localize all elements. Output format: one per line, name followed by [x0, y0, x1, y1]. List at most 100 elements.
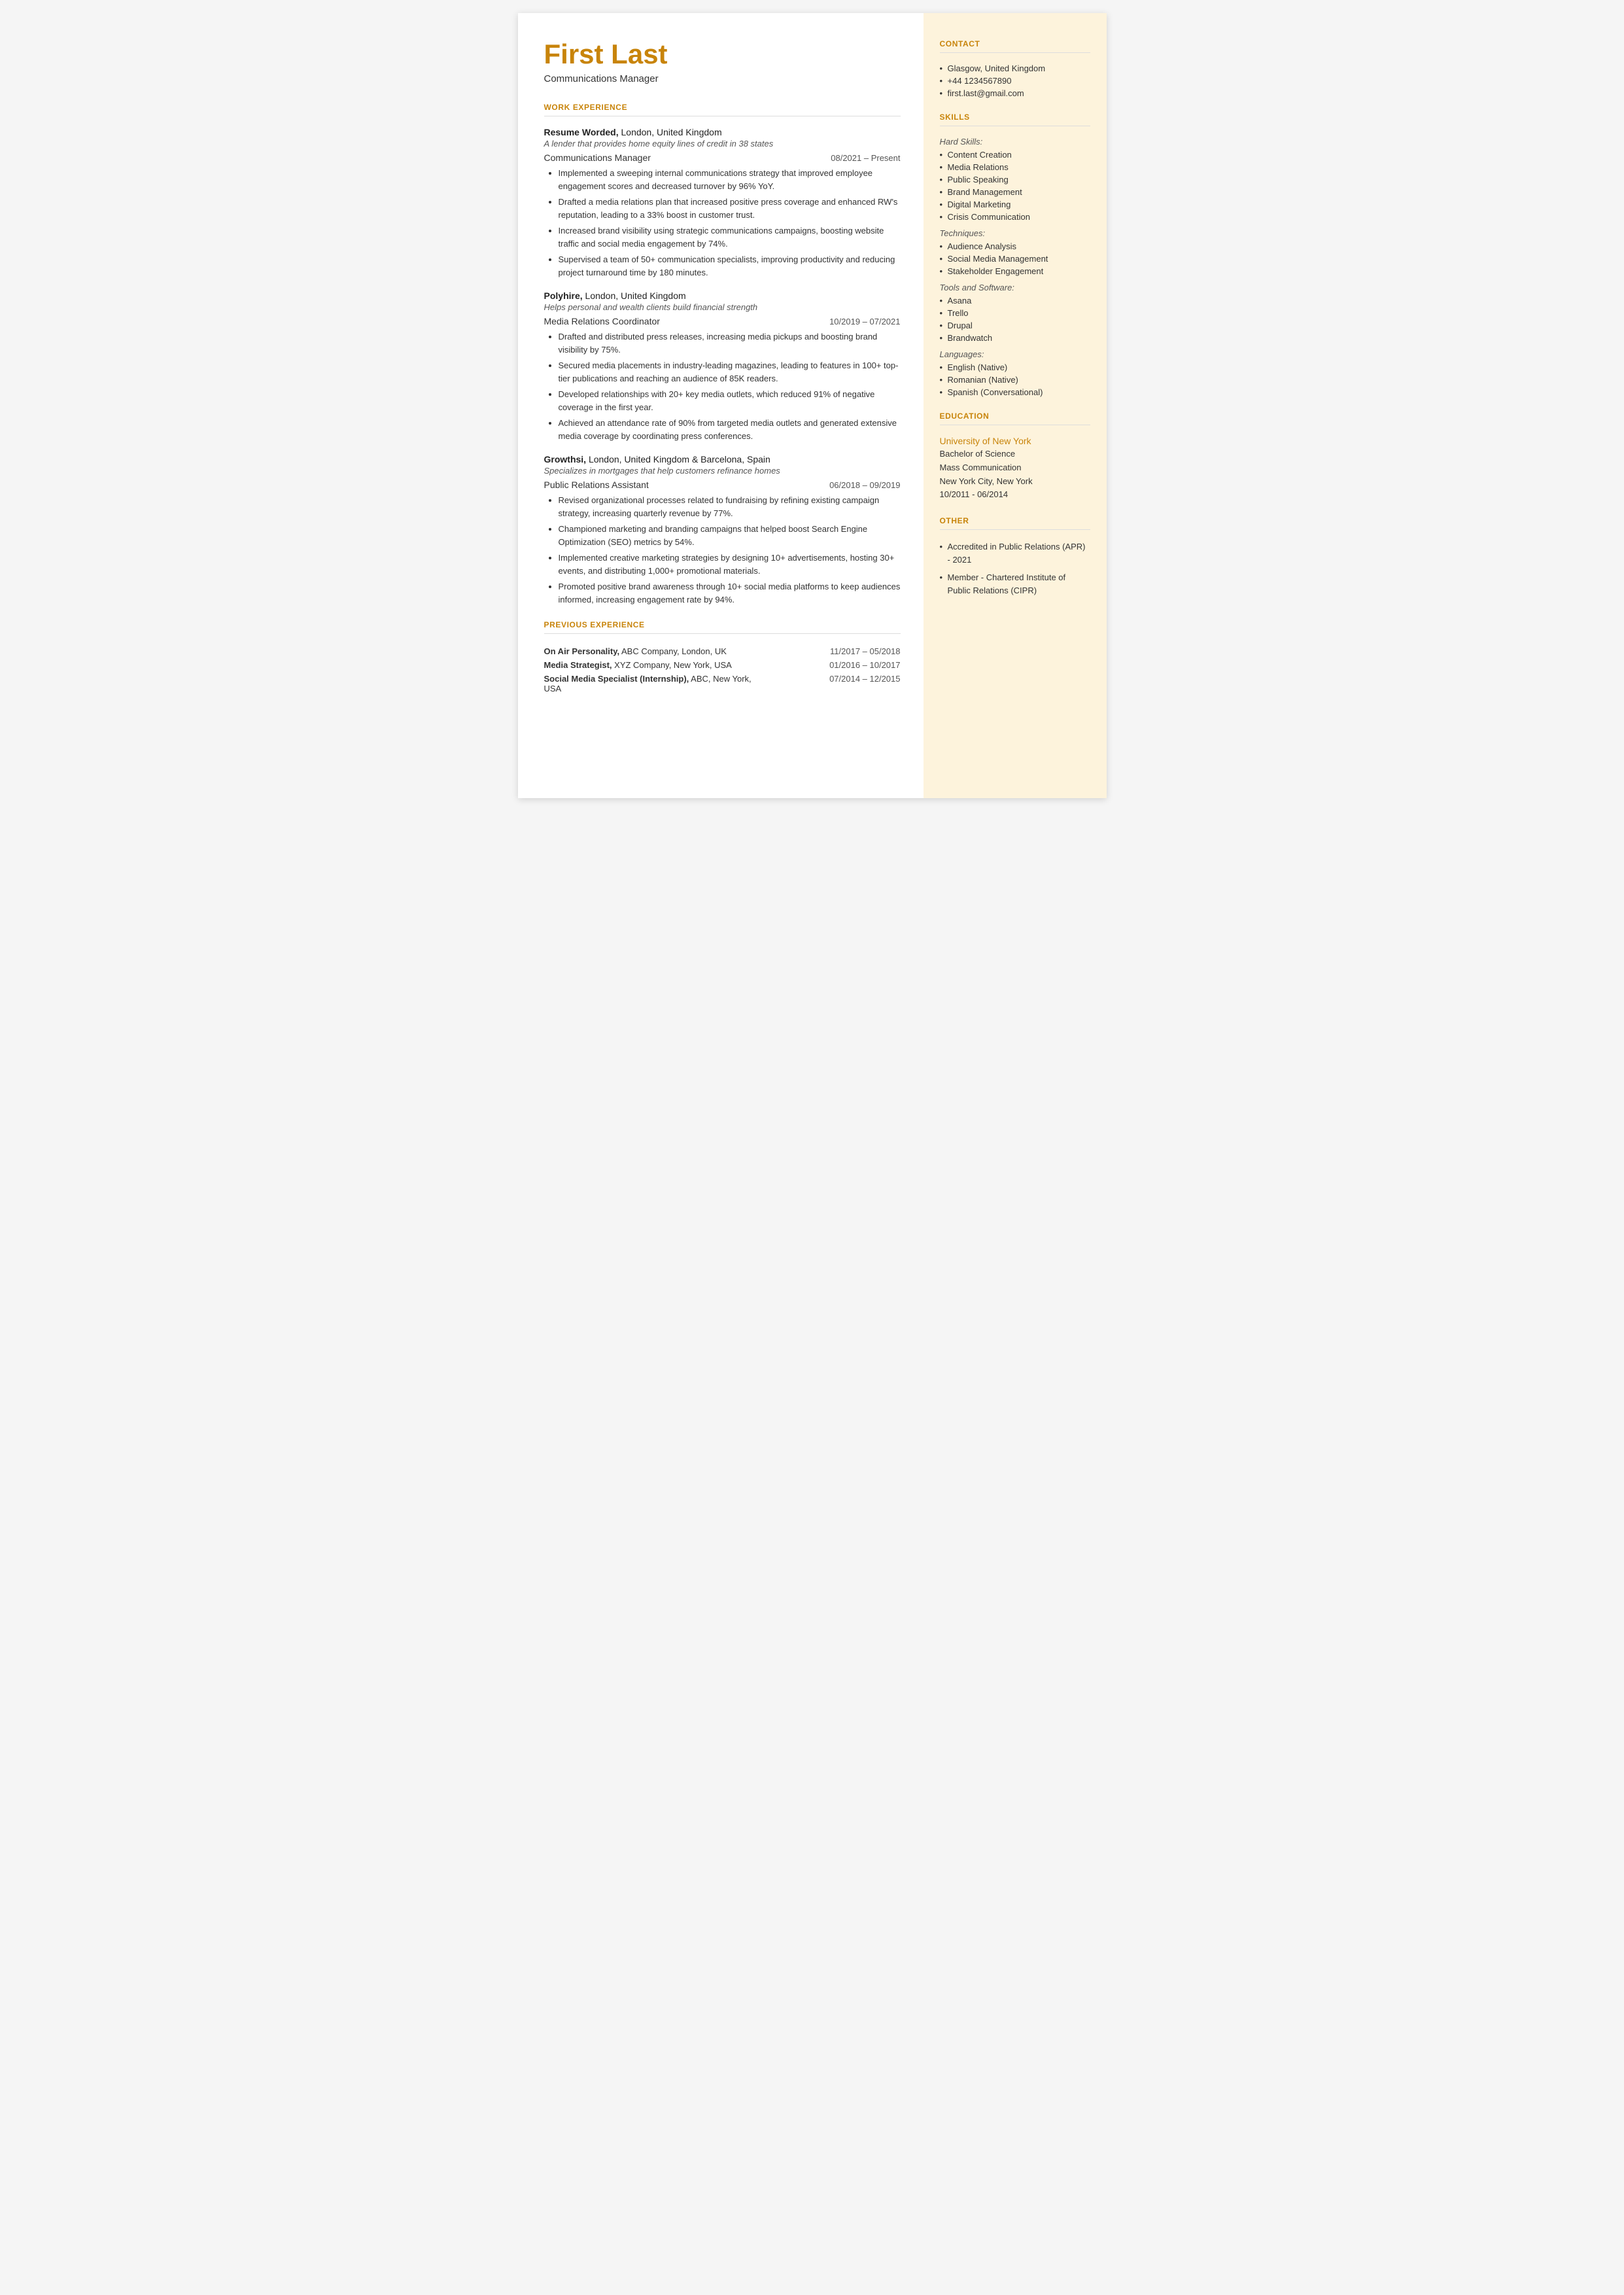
- skills-heading: SKILLS: [940, 113, 1090, 122]
- tool-asana: Asana: [940, 296, 1090, 306]
- lang-english: English (Native): [940, 362, 1090, 372]
- job-row-3: Public Relations Assistant 06/2018 – 09/…: [544, 480, 901, 490]
- previous-experience-section: PREVIOUS EXPERIENCE On Air Personality, …: [544, 620, 901, 695]
- languages-list: English (Native) Romanian (Native) Spani…: [940, 362, 1090, 397]
- tool-drupal: Drupal: [940, 321, 1090, 330]
- other-apr: Accredited in Public Relations (APR) - 2…: [940, 540, 1090, 566]
- job-company-3: Growthsi, London, United Kingdom & Barce…: [544, 454, 901, 464]
- resume-container: First Last Communications Manager WORK E…: [518, 13, 1107, 798]
- technique-audience-analysis: Audience Analysis: [940, 241, 1090, 251]
- skills-section: SKILLS Hard Skills: Content Creation Med…: [940, 113, 1090, 397]
- job-company-bold-3: Growthsi,: [544, 454, 587, 464]
- bullet-1-4: Supervised a team of 50+ communication s…: [559, 253, 901, 279]
- lang-spanish: Spanish (Conversational): [940, 387, 1090, 397]
- job-company-bold-1: Resume Worded,: [544, 127, 619, 137]
- job-bullets-1: Implemented a sweeping internal communic…: [544, 167, 901, 279]
- edu-location-text: New York City, New York: [940, 476, 1033, 486]
- prev-divider: [544, 633, 901, 634]
- skill-digital-marketing: Digital Marketing: [940, 200, 1090, 209]
- prev-job-row-3: Social Media Specialist (Internship), AB…: [544, 672, 901, 695]
- contact-heading: CONTACT: [940, 39, 1090, 48]
- prev-job-row-1: On Air Personality, ABC Company, London,…: [544, 644, 901, 658]
- job-row-1: Communications Manager 08/2021 – Present: [544, 152, 901, 163]
- other-section: OTHER Accredited in Public Relations (AP…: [940, 516, 1090, 597]
- contact-divider: [940, 52, 1090, 53]
- job-block-3: Growthsi, London, United Kingdom & Barce…: [544, 454, 901, 606]
- education-block: University of New York Bachelor of Scien…: [940, 436, 1090, 502]
- job-title: Communications Manager: [544, 73, 901, 84]
- skill-brand-management: Brand Management: [940, 187, 1090, 197]
- job-tagline-2: Helps personal and wealth clients build …: [544, 302, 901, 312]
- job-company-rest-1: London, United Kingdom: [619, 127, 722, 137]
- prev-job-dates-3: 07/2014 – 12/2015: [758, 672, 901, 695]
- job-row-2: Media Relations Coordinator 10/2019 – 07…: [544, 316, 901, 326]
- job-dates-3: 06/2018 – 09/2019: [829, 480, 900, 490]
- techniques-list: Audience Analysis Social Media Managemen…: [940, 241, 1090, 276]
- bullet-1-3: Increased brand visibility using strateg…: [559, 224, 901, 250]
- skill-crisis-communication: Crisis Communication: [940, 212, 1090, 222]
- prev-job-bold-2: Media Strategist,: [544, 660, 612, 670]
- technique-social-media: Social Media Management: [940, 254, 1090, 264]
- tools-list: Asana Trello Drupal Brandwatch: [940, 296, 1090, 343]
- hard-skills-label: Hard Skills:: [940, 137, 1090, 147]
- prev-job-bold-1: On Air Personality,: [544, 646, 620, 656]
- techniques-label: Techniques:: [940, 228, 1090, 238]
- job-bullets-3: Revised organizational processes related…: [544, 494, 901, 606]
- contact-email: first.last@gmail.com: [940, 88, 1090, 98]
- education-heading: EDUCATION: [940, 412, 1090, 421]
- bullet-3-3: Implemented creative marketing strategie…: [559, 552, 901, 577]
- tool-brandwatch: Brandwatch: [940, 333, 1090, 343]
- edu-degree: Bachelor of Science Mass Communication N…: [940, 447, 1090, 502]
- technique-stakeholder: Stakeholder Engagement: [940, 266, 1090, 276]
- job-tagline-1: A lender that provides home equity lines…: [544, 139, 901, 149]
- other-list: Accredited in Public Relations (APR) - 2…: [940, 540, 1090, 597]
- right-column: CONTACT Glasgow, United Kingdom +44 1234…: [924, 13, 1107, 798]
- prev-job-bold-3: Social Media Specialist (Internship),: [544, 674, 689, 684]
- job-block-1: Resume Worded, London, United Kingdom A …: [544, 127, 901, 279]
- contact-list: Glasgow, United Kingdom +44 1234567890 f…: [940, 63, 1090, 98]
- contact-location: Glasgow, United Kingdom: [940, 63, 1090, 73]
- skill-content-creation: Content Creation: [940, 150, 1090, 160]
- bullet-1-2: Drafted a media relations plan that incr…: [559, 196, 901, 221]
- tool-trello: Trello: [940, 308, 1090, 318]
- previous-jobs-table: On Air Personality, ABC Company, London,…: [544, 644, 901, 695]
- bullet-3-1: Revised organizational processes related…: [559, 494, 901, 519]
- lang-romanian: Romanian (Native): [940, 375, 1090, 385]
- job-tagline-3: Specializes in mortgages that help custo…: [544, 466, 901, 476]
- edu-field-text: Mass Communication: [940, 463, 1022, 472]
- job-company-bold-2: Polyhire,: [544, 290, 583, 301]
- contact-phone: +44 1234567890: [940, 76, 1090, 86]
- prev-job-title-2: Media Strategist, XYZ Company, New York,…: [544, 658, 758, 672]
- prev-job-rest-1: ABC Company, London, UK: [619, 646, 727, 656]
- education-section: EDUCATION University of New York Bachelo…: [940, 412, 1090, 502]
- bullet-2-1: Drafted and distributed press releases, …: [559, 330, 901, 356]
- bullet-2-3: Developed relationships with 20+ key med…: [559, 388, 901, 413]
- job-bullets-2: Drafted and distributed press releases, …: [544, 330, 901, 442]
- other-divider: [940, 529, 1090, 530]
- work-experience-heading: WORK EXPERIENCE: [544, 103, 901, 112]
- bullet-3-4: Promoted positive brand awareness throug…: [559, 580, 901, 606]
- prev-job-row-2: Media Strategist, XYZ Company, New York,…: [544, 658, 901, 672]
- bullet-3-2: Championed marketing and branding campai…: [559, 523, 901, 548]
- job-company-1: Resume Worded, London, United Kingdom: [544, 127, 901, 137]
- skill-public-speaking: Public Speaking: [940, 175, 1090, 184]
- prev-job-rest-2: XYZ Company, New York, USA: [612, 660, 732, 670]
- prev-job-dates-2: 01/2016 – 10/2017: [758, 658, 901, 672]
- tools-label: Tools and Software:: [940, 283, 1090, 292]
- edu-dates-text: 10/2011 - 06/2014: [940, 489, 1009, 499]
- hard-skills-list: Content Creation Media Relations Public …: [940, 150, 1090, 222]
- prev-job-title-1: On Air Personality, ABC Company, London,…: [544, 644, 758, 658]
- job-dates-2: 10/2019 – 07/2021: [829, 317, 900, 326]
- other-heading: OTHER: [940, 516, 1090, 525]
- job-block-2: Polyhire, London, United Kingdom Helps p…: [544, 290, 901, 442]
- edu-degree-text: Bachelor of Science: [940, 449, 1016, 459]
- bullet-1-1: Implemented a sweeping internal communic…: [559, 167, 901, 192]
- job-role-2: Media Relations Coordinator: [544, 316, 660, 326]
- job-role-3: Public Relations Assistant: [544, 480, 649, 490]
- bullet-2-2: Secured media placements in industry-lea…: [559, 359, 901, 385]
- job-company-rest-3: London, United Kingdom & Barcelona, Spai…: [586, 454, 770, 464]
- job-company-2: Polyhire, London, United Kingdom: [544, 290, 901, 301]
- job-role-1: Communications Manager: [544, 152, 651, 163]
- left-column: First Last Communications Manager WORK E…: [518, 13, 924, 798]
- bullet-2-4: Achieved an attendance rate of 90% from …: [559, 417, 901, 442]
